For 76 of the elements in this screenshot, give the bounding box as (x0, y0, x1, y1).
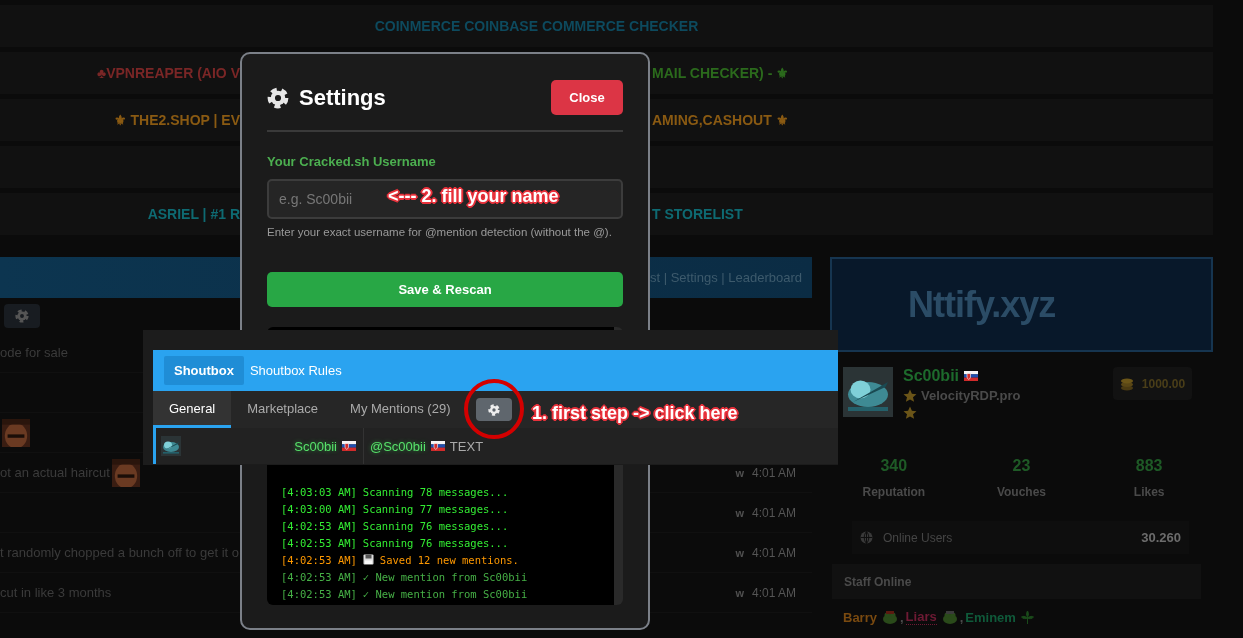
help-text: Enter your exact username for @mention detection (without the @). (267, 226, 613, 238)
rules-link[interactable]: Shoutbox Rules (249, 363, 342, 378)
username[interactable]: Sc00bii (294, 438, 337, 454)
log-time: [4:02:53 AM] (281, 587, 357, 600)
log-message: ✓ New mention from Sc00bii (362, 570, 528, 583)
user-title: VelocityRDP.pro (921, 388, 1021, 403)
staff-name[interactable]: Eminem (965, 609, 1016, 625)
banner-link[interactable]: ASRIEL | #1 R (147, 206, 240, 222)
log-time: [4:03:00 AM] (281, 502, 357, 515)
separator: , (899, 609, 904, 625)
tab[interactable]: My Mentions (29) (334, 391, 467, 428)
flag-icon (964, 371, 979, 381)
log-message: Scanning 76 messages... (362, 536, 509, 549)
highlight-circle (463, 378, 525, 440)
banner-link[interactable]: AMING,CASHOUT ⚜ (652, 112, 789, 128)
log-message: Saved 12 new mentions. (379, 553, 519, 566)
log-time: [4:02:53 AM] (281, 553, 357, 566)
log-message: ✓ New mention from Sc00bii (362, 587, 528, 600)
settings-icon (267, 86, 289, 109)
flag-icon (342, 441, 356, 451)
message-time: 4:01 AM (751, 465, 796, 480)
floppy-icon (362, 554, 374, 565)
role-tag: w (735, 546, 744, 559)
log-time: [4:02:53 AM] (281, 536, 357, 549)
leaf-icon (1020, 610, 1034, 624)
online-users-count: 30.260 (1141, 530, 1181, 545)
shoutbox-title[interactable]: Shoutbox (164, 356, 244, 385)
message-time: 4:01 AM (751, 585, 796, 600)
message-time: 4:01 AM (751, 505, 796, 520)
log-message: Scanning 77 messages... (362, 502, 509, 515)
mention[interactable]: @Sc00bii (370, 438, 426, 454)
close-button[interactable]: Close (551, 80, 623, 115)
banner-link[interactable]: ♣VPNREAPER (AIO V (97, 65, 240, 81)
ad-text: Nttify.xyz (908, 283, 1056, 326)
annotation-text: 1. first step -> click here (532, 403, 738, 424)
coins-icon (1119, 376, 1134, 391)
log-time: [4:02:53 AM] (281, 519, 357, 532)
globe-icon (860, 531, 873, 544)
log-message: Scanning 76 messages... (362, 519, 509, 532)
role-tag: w (735, 506, 744, 519)
stat-value: 883 (1135, 457, 1163, 475)
log-time: [4:02:53 AM] (281, 570, 357, 583)
settings-icon (488, 403, 501, 416)
log-message: Scanning 78 messages... (362, 485, 509, 498)
banner-link[interactable]: ⚜ THE2.SHOP | EV (113, 112, 240, 128)
banner-link[interactable]: COINMERCE COINBASE COMMERCE CHECKER (374, 18, 699, 34)
settings-button[interactable] (476, 398, 513, 421)
staff-name[interactable]: Barry (843, 609, 877, 625)
star-icon (903, 388, 917, 403)
credits-amount: 1000.00 (1141, 376, 1186, 391)
stat-value: 23 (1012, 457, 1031, 475)
ad-banner[interactable]: Nttify.xyz (830, 257, 1213, 352)
log-time: [4:03:03 AM] (281, 485, 357, 498)
field-label: Your Cracked.sh Username (267, 154, 437, 169)
save-button[interactable]: Save & Rescan (267, 272, 623, 307)
staff-name[interactable]: Liars (905, 609, 937, 625)
flag-icon (430, 441, 445, 451)
separator: , (959, 609, 964, 625)
stat-label: Likes (1133, 485, 1165, 499)
username[interactable]: Sc00bii (903, 367, 960, 385)
stat-value: 340 (880, 457, 908, 475)
tab[interactable]: Marketplace (231, 391, 335, 428)
stat-label: Reputation (862, 485, 926, 499)
dialog-title: Settings (299, 84, 387, 111)
settings-icon (15, 308, 29, 323)
stat-label: Vouches (996, 485, 1047, 499)
message-text: TEXT (449, 438, 484, 454)
message-time: 4:01 AM (751, 545, 796, 560)
banner-link[interactable]: T STORELIST (652, 206, 743, 222)
staff-online-header: Staff Online (832, 564, 1201, 599)
annotation-text: <--- 2. fill your name (388, 186, 559, 207)
role-tag: w (735, 466, 744, 479)
star-icon (903, 406, 917, 420)
banner-link[interactable]: MAIL CHECKER) - ⚜ (652, 65, 790, 81)
tab[interactable]: General (153, 391, 232, 428)
role-tag: w (735, 586, 744, 599)
